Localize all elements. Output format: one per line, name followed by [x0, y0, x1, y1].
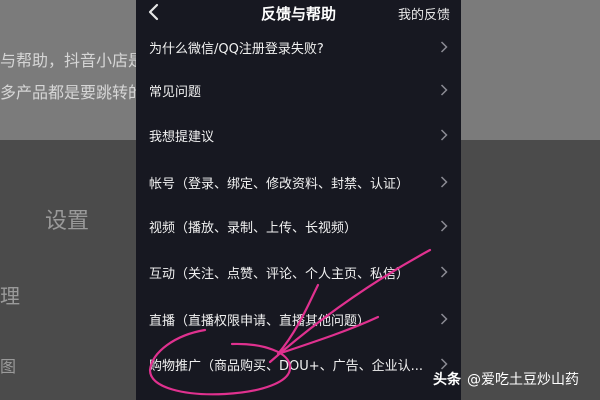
- chevron-right-icon: [440, 313, 448, 325]
- help-item-account[interactable]: 帐号（登录、绑定、修改资料、封禁、认证）: [136, 161, 461, 204]
- chevron-right-icon: [440, 266, 448, 278]
- background-side-text: 理: [0, 284, 20, 308]
- chevron-right-icon: [440, 84, 448, 96]
- help-item-video[interactable]: 视频（播放、录制、上传、长视频）: [136, 205, 461, 248]
- help-item-label: 购物推广（商品购买、DOU+、广告、企业认...: [149, 359, 424, 374]
- watermark-handle: @爱吃土豆炒山药: [467, 372, 579, 388]
- my-feedback-link[interactable]: 我的反馈: [398, 4, 450, 23]
- help-item-shopping-promotion[interactable]: 购物推广（商品购买、DOU+、广告、企业认...: [136, 343, 461, 386]
- help-item-interaction[interactable]: 互动（关注、点赞、评论、个人主页、私信）: [136, 251, 461, 294]
- chevron-right-icon: [440, 41, 448, 53]
- help-item-label: 互动（关注、点赞、评论、个人主页、私信）: [149, 267, 410, 282]
- chevron-right-icon: [440, 129, 448, 141]
- help-item-faq[interactable]: 常见问题: [136, 69, 461, 112]
- watermark-brand: 头条: [433, 372, 461, 388]
- chevron-right-icon: [440, 220, 448, 232]
- help-item-label: 为什么微信/QQ注册登录失败?: [149, 42, 324, 57]
- help-item-label: 常见问题: [149, 85, 202, 100]
- chevron-right-icon: [440, 176, 448, 188]
- help-item-wechat-qq-login[interactable]: 为什么微信/QQ注册登录失败?: [136, 26, 461, 69]
- help-item-label: 我想提建议: [149, 130, 215, 145]
- watermark: 头条 @爱吃土豆炒山药: [433, 369, 579, 389]
- background-text-line: 与帮助，抖音小店是: [0, 51, 145, 70]
- help-item-suggestion[interactable]: 我想提建议: [136, 114, 461, 157]
- header-bar: 反馈与帮助 我的反馈: [136, 0, 461, 26]
- help-item-label: 视频（播放、录制、上传、长视频）: [149, 221, 358, 236]
- help-item-label: 直播（直播权限申请、直播其他问题）: [149, 314, 371, 329]
- background-text-line: 多产品都是要跳转的: [0, 83, 145, 102]
- help-item-live[interactable]: 直播（直播权限申请、直播其他问题）: [136, 298, 461, 341]
- background-side-text: 图: [0, 357, 17, 376]
- help-item-label: 帐号（登录、绑定、修改资料、封禁、认证）: [149, 177, 410, 192]
- background-settings-label: 设置: [45, 209, 90, 234]
- feedback-help-screen: 反馈与帮助 我的反馈 为什么微信/QQ注册登录失败? 常见问题 我想提建议 帐号…: [136, 0, 461, 400]
